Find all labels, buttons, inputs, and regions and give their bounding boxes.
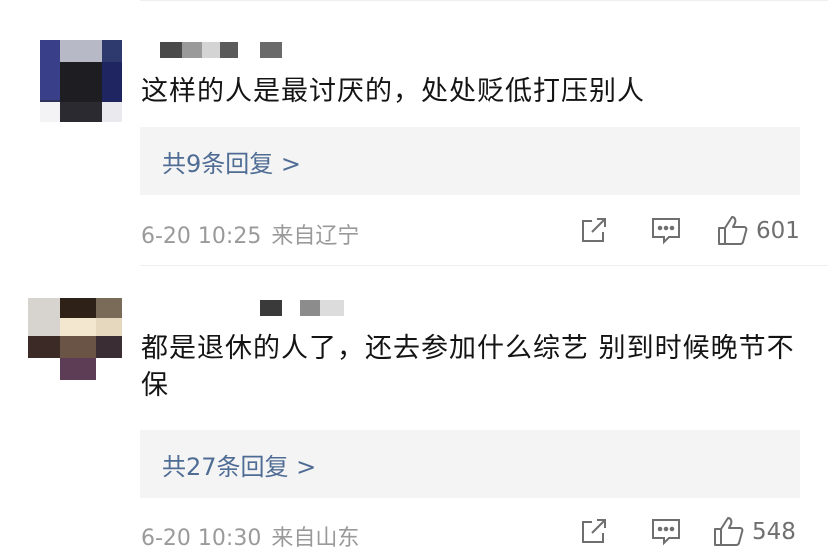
view-replies-label[interactable]: 共27条回复 >: [162, 447, 316, 482]
username-pixelated[interactable]: [260, 300, 344, 316]
comment-date: 6-20 10:25: [141, 224, 262, 249]
avatar[interactable]: [28, 298, 122, 380]
username-pixelated[interactable]: [160, 42, 282, 58]
view-replies-button[interactable]: 共27条回复 >: [140, 430, 800, 498]
comment-icon: [652, 519, 680, 546]
comment-meta: 6-20 10:25 来自辽宁: [141, 218, 359, 250]
comment-icon: [652, 218, 680, 245]
comment-actions: 548: [578, 515, 810, 551]
comment-location: 来自辽宁: [271, 224, 360, 249]
avatar[interactable]: [40, 40, 122, 122]
like-button[interactable]: 601: [716, 214, 800, 248]
share-button[interactable]: [578, 214, 610, 246]
reply-button[interactable]: [650, 214, 682, 246]
share-button[interactable]: [578, 515, 610, 547]
comment-location: 来自山东: [271, 526, 360, 551]
comment-text: 这样的人是最讨厌的，处处贬低打压别人: [141, 76, 645, 107]
comment-actions: 601: [578, 214, 810, 250]
like-button[interactable]: 548: [712, 515, 796, 549]
thumbs-up-icon: [718, 216, 748, 245]
comment-date: 6-20 10:30: [141, 526, 262, 551]
share-icon: [582, 519, 606, 543]
view-replies-label[interactable]: 共9条回复 >: [162, 144, 301, 179]
reply-button[interactable]: [650, 515, 682, 547]
comment-item: 都是退休的人了，还去参加什么综艺 别到时候晚节不保 共27条回复 > 6-20 …: [0, 266, 828, 552]
like-count: 548: [752, 519, 796, 545]
comment-item: 这样的人是最讨厌的，处处贬低打压别人 共9条回复 > 6-20 10:25 来自辽…: [0, 0, 828, 262]
comment-text: 都是退休的人了，还去参加什么综艺 别到时候晚节不保: [141, 333, 795, 401]
share-icon: [582, 218, 606, 242]
like-count: 601: [756, 218, 800, 244]
comment-meta: 6-20 10:30 来自山东: [141, 520, 359, 552]
thumbs-up-icon: [714, 517, 744, 546]
view-replies-button[interactable]: 共9条回复 >: [140, 127, 800, 195]
